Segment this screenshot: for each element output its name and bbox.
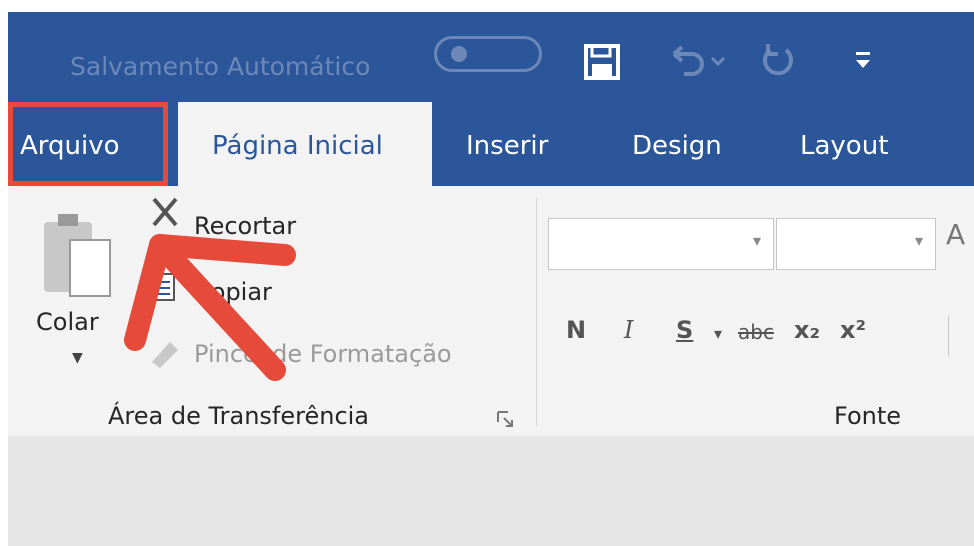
superscript-button[interactable]: x² [840, 316, 866, 344]
underline-dropdown-icon[interactable]: ▾ [714, 324, 722, 343]
copy-icon[interactable] [148, 270, 180, 306]
font-name-combo[interactable]: ▾ [548, 218, 774, 270]
paste-dropdown-icon[interactable]: ▼ [72, 350, 83, 366]
scissors-icon[interactable] [146, 195, 188, 237]
clipboard-group-label: Área de Transferência [108, 402, 370, 430]
autosave-toggle[interactable] [434, 36, 542, 72]
format-painter-button[interactable]: Pincel de Formatação [194, 340, 452, 368]
font-size-combo[interactable]: ▾ [776, 218, 936, 270]
save-icon[interactable] [582, 42, 622, 82]
tab-file[interactable]: Arquivo [20, 131, 120, 161]
underline-button[interactable]: S [676, 316, 693, 344]
customize-quick-access-icon[interactable] [848, 50, 878, 76]
tab-design[interactable]: Design [632, 131, 722, 161]
strikethrough-button[interactable]: abc [738, 320, 774, 344]
font-group-label: Fonte [834, 402, 902, 430]
bold-button[interactable]: N [566, 316, 586, 344]
paste-icon[interactable] [36, 210, 122, 310]
subscript-button[interactable]: x₂ [794, 316, 820, 344]
tab-layout[interactable]: Layout [800, 131, 888, 161]
tab-home[interactable]: Página Inicial [212, 131, 383, 161]
copy-button[interactable]: Copiar [194, 278, 272, 306]
dialog-launcher-icon[interactable] [496, 410, 516, 430]
cut-button[interactable]: Recortar [194, 212, 296, 240]
tab-insert[interactable]: Inserir [466, 131, 548, 161]
chevron-down-icon: ▾ [752, 231, 761, 250]
autosave-label: Salvamento Automático [70, 52, 371, 81]
group-divider [536, 198, 537, 426]
undo-icon[interactable] [666, 44, 746, 76]
italic-button[interactable]: I [624, 316, 633, 344]
toggle-knob [451, 46, 467, 62]
grow-font-button[interactable]: A [946, 218, 965, 251]
redo-icon[interactable] [760, 42, 800, 78]
format-divider [948, 316, 949, 356]
chevron-down-icon: ▾ [914, 231, 923, 250]
paste-label[interactable]: Colar [36, 308, 99, 336]
document-area [8, 436, 974, 546]
format-painter-icon[interactable] [146, 332, 186, 368]
